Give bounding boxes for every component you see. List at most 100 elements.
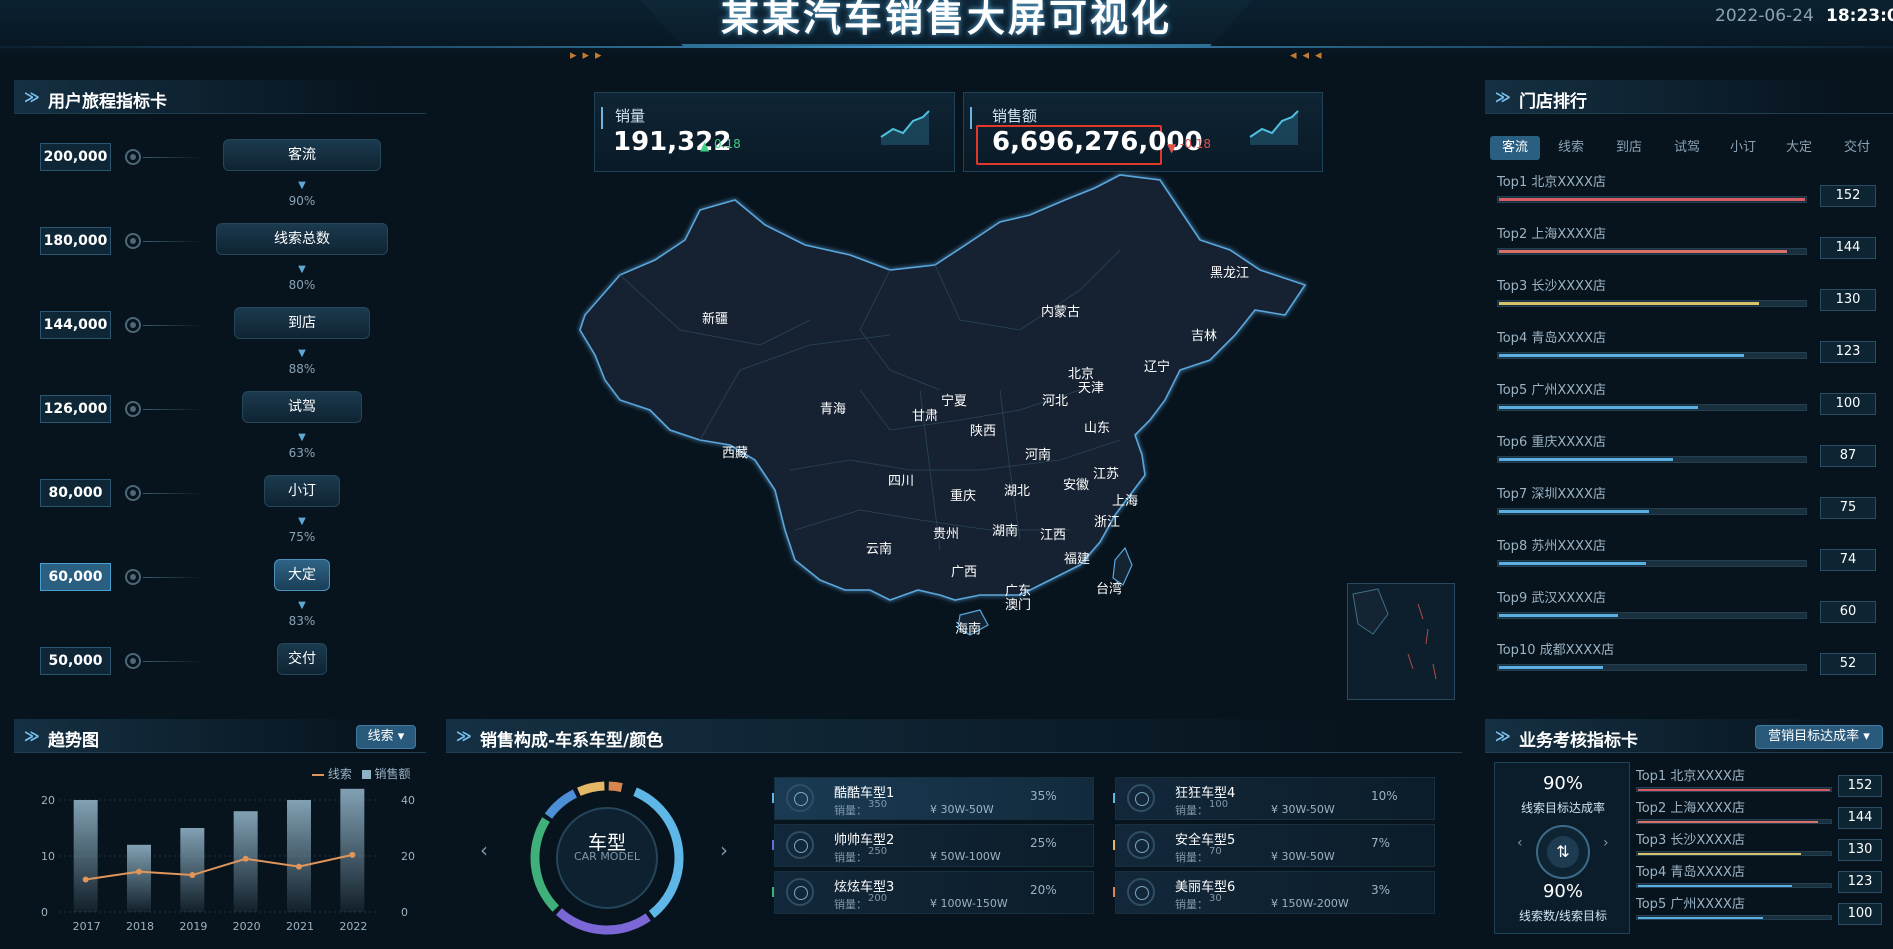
- province-label[interactable]: 内蒙古: [1041, 301, 1080, 320]
- province-label[interactable]: 安徽: [1063, 474, 1089, 493]
- y-left-tick: 20: [41, 794, 55, 807]
- ranking-bar-track: [1497, 196, 1807, 203]
- chevron-right-icon: ≫: [24, 88, 40, 106]
- province-label[interactable]: 宁夏: [941, 390, 967, 409]
- business-prev-button[interactable]: ‹: [1517, 835, 1523, 851]
- province-label[interactable]: 云南: [866, 538, 892, 557]
- trend-point: [189, 872, 196, 879]
- ranking-value: 87: [1820, 445, 1876, 467]
- x-tick: 2018: [126, 920, 154, 933]
- ranking-store-name: Top8 苏州XXXX店: [1497, 539, 1606, 554]
- business-metric-dropdown[interactable]: 营销目标达成率 ▾: [1755, 725, 1883, 749]
- funnel-stage-button[interactable]: 小订: [264, 475, 340, 507]
- ranking-tab[interactable]: 客流: [1490, 136, 1540, 160]
- business-bar-fill: [1638, 853, 1801, 855]
- ranking-tab[interactable]: 大定: [1774, 136, 1824, 160]
- carousel-next-button[interactable]: ›: [720, 838, 728, 862]
- conversion-rate: 88%: [288, 362, 316, 376]
- province-label[interactable]: 广西: [951, 561, 977, 580]
- car-model-icon: [1127, 784, 1155, 812]
- ranking-store-name: Top2 上海XXXX店: [1497, 227, 1606, 242]
- funnel-stage-button[interactable]: 到店: [234, 307, 370, 339]
- province-label[interactable]: 上海: [1112, 490, 1138, 509]
- ranking-store-name: Top9 武汉XXXX店: [1497, 591, 1606, 606]
- province-label[interactable]: 江西: [1040, 524, 1066, 543]
- business-bar-fill: [1638, 885, 1792, 887]
- trend-metric-dropdown[interactable]: 线索 ▾: [356, 725, 416, 749]
- province-label[interactable]: 陕西: [970, 420, 996, 439]
- ranking-bar-fill: [1499, 510, 1649, 513]
- province-label[interactable]: 福建: [1064, 548, 1090, 567]
- ranking-store-name: Top4 青岛XXXX店: [1497, 331, 1606, 346]
- stage-value-box: 144,000: [40, 311, 111, 339]
- ranking-bar-fill: [1499, 302, 1759, 305]
- kpi-delta: -0.18: [1180, 137, 1212, 151]
- province-label[interactable]: 山东: [1084, 417, 1110, 436]
- ring-segment: [555, 908, 651, 935]
- carousel-prev-button[interactable]: ‹: [480, 838, 488, 862]
- province-label[interactable]: 湖北: [1004, 480, 1030, 499]
- business-value: 130: [1838, 839, 1882, 861]
- province-label[interactable]: 青海: [820, 398, 846, 417]
- province-label[interactable]: 辽宁: [1144, 356, 1170, 375]
- province-label[interactable]: 贵州: [933, 523, 959, 542]
- business-store-name: Top1 北京XXXX店: [1636, 769, 1745, 784]
- conversion-arrow-icon: ▼: [298, 180, 306, 191]
- china-map[interactable]: [560, 170, 1330, 680]
- ring-segment: [544, 789, 578, 819]
- business-next-button[interactable]: ›: [1603, 835, 1609, 851]
- ranking-value: 100: [1820, 393, 1876, 415]
- trend-line: [85, 853, 353, 881]
- trend-sparkline-icon: [1249, 110, 1299, 145]
- target-icon: [125, 401, 141, 417]
- x-tick: 2022: [339, 920, 367, 933]
- province-label[interactable]: 江苏: [1093, 463, 1119, 482]
- funnel-stage-button[interactable]: 试驾: [242, 391, 362, 423]
- business-value: 152: [1838, 775, 1882, 797]
- trend-bar: [127, 844, 151, 912]
- funnel-stage-button[interactable]: 客流: [223, 139, 381, 171]
- ranking-store-name: Top7 深圳XXXX店: [1497, 487, 1606, 502]
- province-label[interactable]: 天津: [1078, 377, 1104, 396]
- car-sales-label: 销量：: [834, 851, 867, 864]
- trend-point: [242, 855, 249, 862]
- car-sales-value: 70: [1209, 846, 1222, 857]
- province-label[interactable]: 新疆: [702, 308, 728, 327]
- province-label[interactable]: 甘肃: [912, 405, 938, 424]
- province-label[interactable]: 澳门: [1005, 594, 1031, 613]
- province-label[interactable]: 海南: [955, 618, 981, 637]
- car-price-range: ¥ 150W-200W: [1271, 897, 1349, 910]
- ring-center-subtitle: CAR MODEL: [573, 850, 641, 863]
- conversion-rate: 75%: [288, 530, 316, 544]
- province-label[interactable]: 台湾: [1096, 578, 1122, 597]
- ranking-value: 60: [1820, 601, 1876, 623]
- car-color-marker: [772, 840, 774, 850]
- ranking-tab[interactable]: 线索: [1546, 136, 1596, 160]
- ranking-tab[interactable]: 交付: [1832, 136, 1882, 160]
- target-icon: [125, 485, 141, 501]
- province-label[interactable]: 黑龙江: [1210, 262, 1249, 281]
- ranking-tab[interactable]: 到店: [1604, 136, 1654, 160]
- car-sales-value: 30: [1209, 893, 1222, 904]
- funnel-stage-button[interactable]: 交付: [277, 643, 327, 675]
- business-bar-track: [1636, 883, 1832, 888]
- province-label[interactable]: 西藏: [722, 442, 748, 461]
- funnel-stage-button[interactable]: 大定: [274, 559, 330, 591]
- province-label[interactable]: 浙江: [1094, 511, 1120, 530]
- province-label[interactable]: 重庆: [950, 485, 976, 504]
- ranking-tab[interactable]: 小订: [1718, 136, 1768, 160]
- car-color-marker: [1113, 793, 1115, 803]
- car-share-percent: 20%: [1030, 883, 1057, 897]
- province-label[interactable]: 吉林: [1191, 325, 1217, 344]
- province-label[interactable]: 河南: [1025, 444, 1051, 463]
- ranking-tab[interactable]: 试驾: [1662, 136, 1712, 160]
- connector-line: [143, 241, 203, 242]
- ranking-bar-fill: [1499, 250, 1787, 253]
- province-label[interactable]: 湖南: [992, 520, 1018, 539]
- ranking-store-name: Top10 成都XXXX店: [1497, 643, 1615, 658]
- funnel-stage-button[interactable]: 线索总数: [216, 223, 388, 255]
- trend-bar: [73, 800, 98, 912]
- province-label[interactable]: 河北: [1042, 390, 1068, 409]
- province-label[interactable]: 四川: [888, 470, 914, 489]
- kpi-label: 销量: [615, 107, 646, 125]
